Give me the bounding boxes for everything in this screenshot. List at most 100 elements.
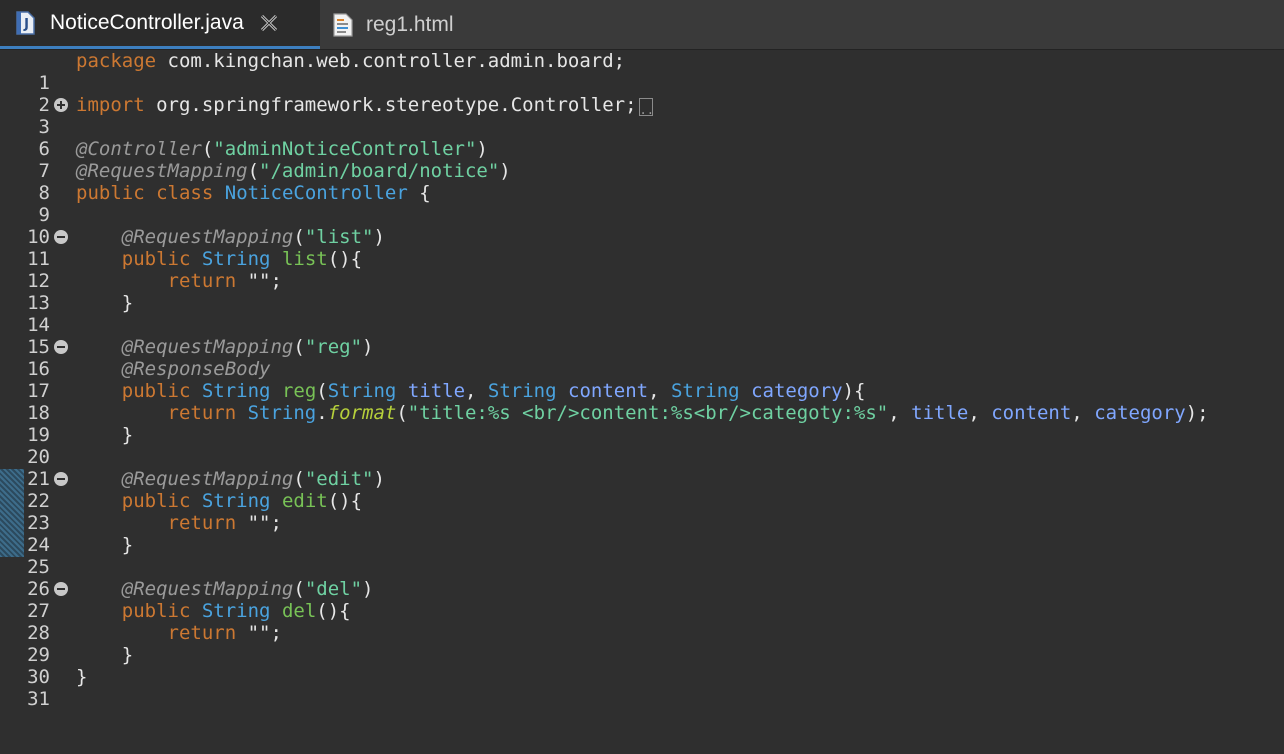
editor-tab-bar: J NoticeController.java reg1.html — [0, 0, 1284, 50]
method-name: edit — [281, 490, 328, 512]
parameter: content — [568, 380, 649, 402]
punctuation: (){ — [316, 600, 351, 622]
annotation: @Controller — [76, 138, 202, 160]
code-line: 6 — [0, 116, 1284, 160]
annotation: @RequestMapping — [121, 468, 294, 490]
method-name: format — [327, 402, 397, 424]
parameter: category — [1094, 402, 1186, 424]
collapse-fold-icon[interactable] — [53, 471, 69, 487]
punctuation: ) — [373, 226, 385, 248]
punctuation: (){ — [327, 248, 363, 270]
code-line: 24 return ""; — [0, 512, 1284, 556]
line-number: 31 — [27, 688, 50, 710]
keyword-public: public — [121, 600, 191, 622]
punctuation: ( — [247, 160, 260, 182]
punctuation: ) — [362, 578, 374, 600]
parameter: title — [407, 380, 466, 402]
punctuation: { — [407, 182, 431, 204]
code-editor[interactable]: 1 package com.kingchan.web.controller.ad… — [0, 50, 1284, 710]
code-line: 8 @RequestMapping("/admin/board/notice") — [0, 160, 1284, 204]
punctuation: , — [465, 380, 488, 402]
code-line: 2 — [0, 72, 1284, 116]
tab-notice-controller[interactable]: J NoticeController.java — [0, 0, 320, 49]
code-line: 20 } — [0, 424, 1284, 468]
punctuation: ){ — [842, 380, 866, 402]
collapse-fold-icon[interactable] — [53, 581, 69, 597]
punctuation: , — [968, 402, 992, 424]
punctuation: , — [648, 380, 671, 402]
code-line: 29 return ""; — [0, 622, 1284, 666]
tab-label: NoticeController.java — [50, 11, 244, 34]
punctuation: ( — [201, 138, 214, 160]
collapse-fold-icon[interactable] — [53, 339, 69, 355]
return-value: ""; — [236, 622, 282, 644]
collapse-fold-icon[interactable] — [53, 229, 69, 245]
code-line: 10 — [0, 204, 1284, 248]
punctuation: , — [1071, 402, 1095, 424]
punctuation: ) — [373, 468, 385, 490]
code-line: 15 — [0, 314, 1284, 358]
punctuation: ) — [499, 160, 511, 182]
string-literal: "reg" — [304, 336, 363, 358]
code-line: 22 @RequestMapping("edit") — [0, 468, 1284, 512]
punctuation: } — [121, 424, 134, 446]
punctuation: , — [888, 402, 912, 424]
type-name: String — [670, 380, 740, 402]
keyword-return: return — [167, 402, 237, 424]
type-name: String — [201, 600, 271, 622]
string-literal: "list" — [304, 226, 374, 248]
code-line: 26 — [0, 556, 1284, 600]
class-name: NoticeController — [224, 182, 408, 204]
svg-text:J: J — [23, 17, 29, 32]
type-name: String — [327, 380, 397, 402]
expand-fold-icon[interactable] — [53, 97, 69, 113]
parameter: category — [751, 380, 843, 402]
code-line: 19 return String.format("title:%s <br/>c… — [0, 402, 1284, 446]
annotation: @RequestMapping — [121, 578, 294, 600]
collapsed-marker[interactable]: .. — [638, 98, 654, 117]
code-line: 21 — [0, 446, 1284, 490]
punctuation: } — [121, 644, 134, 666]
annotation: @RequestMapping — [76, 160, 248, 182]
code-line: 7 @Controller("adminNoticeController") — [0, 138, 1284, 182]
annotation: @RequestMapping — [121, 226, 294, 248]
punctuation: . — [316, 402, 328, 424]
code-line: 13 return ""; — [0, 270, 1284, 314]
string-literal: "edit" — [304, 468, 374, 490]
string-literal: "del" — [304, 578, 363, 600]
keyword-class: class — [156, 182, 214, 204]
punctuation: } — [121, 292, 134, 314]
code-line: 14 } — [0, 292, 1284, 336]
string-literal: "title:%s <br/>content:%s<br/>categoty:%… — [407, 402, 889, 424]
punctuation: ( — [396, 402, 408, 424]
close-icon[interactable] — [258, 12, 280, 34]
punctuation: ); — [1185, 402, 1209, 424]
punctuation: ( — [293, 226, 305, 248]
code-line: 12 public String list(){ — [0, 248, 1284, 292]
punctuation: ( — [293, 468, 305, 490]
code-line: 3 import org.springframework.stereotype.… — [0, 94, 1284, 138]
return-value: ""; — [236, 270, 282, 292]
tab-reg1-html[interactable]: reg1.html — [320, 0, 490, 49]
code-line: 23 public String edit(){ — [0, 490, 1284, 534]
keyword-return: return — [167, 270, 237, 292]
annotation: @ResponseBody — [121, 358, 271, 380]
code-line: 17 @ResponseBody — [0, 358, 1284, 402]
keyword-public: public — [121, 380, 191, 402]
code-line: 31 } — [0, 666, 1284, 710]
tab-label: reg1.html — [366, 12, 454, 36]
code-line: 27 @RequestMapping("del") — [0, 578, 1284, 622]
type-name: String — [247, 402, 317, 424]
string-literal: "adminNoticeController" — [213, 138, 477, 160]
